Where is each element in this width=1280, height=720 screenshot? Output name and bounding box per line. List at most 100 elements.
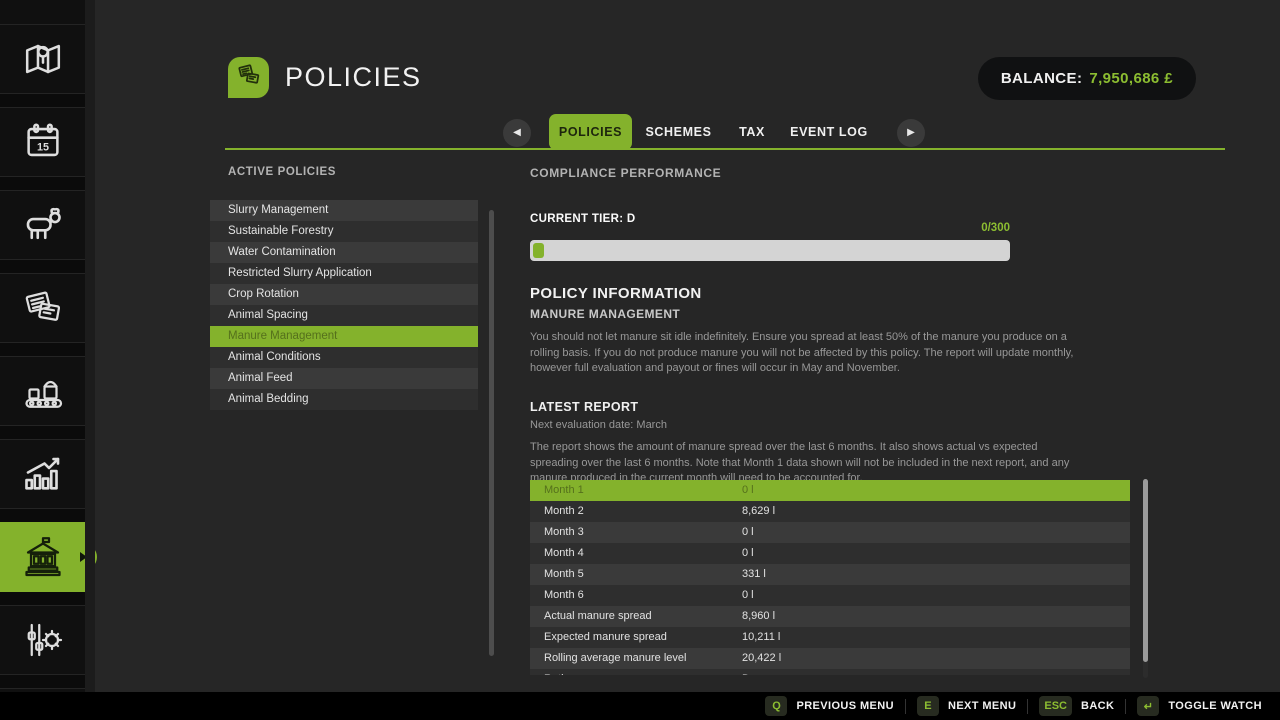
- balance-label: BALANCE:: [1001, 70, 1083, 87]
- animals-icon: [19, 201, 67, 249]
- sidebar-item-settings[interactable]: [0, 605, 85, 675]
- report-table-scrollbar[interactable]: [1143, 479, 1148, 678]
- report-row[interactable]: Expected manure spread10,211 l: [530, 627, 1130, 648]
- policy-list-item[interactable]: Sustainable Forestry: [210, 221, 478, 242]
- report-row[interactable]: RatingD: [530, 669, 1130, 675]
- report-row-value: 331 l: [742, 564, 1130, 585]
- tab-next-button[interactable]: ▶: [897, 119, 925, 147]
- policy-list-item[interactable]: Animal Conditions: [210, 347, 478, 368]
- finances-icon: [19, 533, 67, 581]
- report-row[interactable]: Month 30 l: [530, 522, 1130, 543]
- report-row[interactable]: Month 10 l: [530, 480, 1130, 501]
- contracts-icon: [19, 284, 67, 332]
- tab-underline: [225, 148, 1225, 150]
- policy-info-description: You should not let manure sit idle indef…: [530, 330, 1079, 377]
- latest-report-heading: LATEST REPORT: [530, 400, 638, 414]
- policy-list-item[interactable]: Animal Feed: [210, 368, 478, 389]
- next-evaluation-date: Next evaluation date: March: [530, 419, 667, 431]
- sidebar-item-animals[interactable]: [0, 190, 85, 260]
- footer-hint-previous-menu[interactable]: Q PREVIOUS MENU: [765, 696, 894, 716]
- report-row[interactable]: Month 40 l: [530, 543, 1130, 564]
- key-badge: ESC: [1039, 696, 1072, 716]
- report-row-label: Expected manure spread: [530, 627, 742, 648]
- report-row-label: Month 3: [530, 522, 742, 543]
- policies-app-icon: [228, 57, 269, 98]
- balance-display: BALANCE: 7,950,686 £: [978, 57, 1196, 100]
- hint-label: PREVIOUS MENU: [796, 700, 894, 712]
- sidebar-item-production[interactable]: [0, 356, 85, 426]
- hint-separator: [1125, 699, 1126, 714]
- settings-icon: [19, 616, 67, 664]
- compliance-progress-bar: [530, 240, 1010, 261]
- production-icon: [19, 367, 67, 415]
- enter-key-icon: ↵: [1137, 696, 1159, 716]
- sidebar-item-calendar[interactable]: 15: [0, 107, 85, 177]
- report-row-value: 8,960 l: [742, 606, 1130, 627]
- tab-event-log[interactable]: EVENT LOG: [789, 114, 869, 150]
- report-row-label: Rolling average manure level: [530, 648, 742, 669]
- policy-list-item[interactable]: Restricted Slurry Application: [210, 263, 478, 284]
- balance-value: 7,950,686 £: [1089, 70, 1173, 87]
- hint-label: NEXT MENU: [948, 700, 1016, 712]
- report-row-label: Month 2: [530, 501, 742, 522]
- report-row[interactable]: Month 5331 l: [530, 564, 1130, 585]
- footer-hint-next-menu[interactable]: E NEXT MENU: [917, 696, 1016, 716]
- sidebar-item-map[interactable]: [0, 24, 85, 94]
- report-row-label: Month 6: [530, 585, 742, 606]
- report-row-label: Actual manure spread: [530, 606, 742, 627]
- sidebar-item-partial-top: [0, 0, 85, 25]
- tab-prev-button[interactable]: ◀: [503, 119, 531, 147]
- policies-papers-icon: [235, 61, 263, 94]
- report-row[interactable]: Actual manure spread8,960 l: [530, 606, 1130, 627]
- sidebar-item-finances[interactable]: [0, 522, 85, 592]
- report-table-scrollbar-thumb[interactable]: [1143, 479, 1148, 662]
- policy-info-heading: POLICY INFORMATION: [530, 285, 702, 302]
- policy-list-item[interactable]: Water Contamination: [210, 242, 478, 263]
- active-policies-heading: ACTIVE POLICIES: [228, 166, 336, 178]
- report-row-value: 8,629 l: [742, 501, 1130, 522]
- policy-list-item[interactable]: Slurry Management: [210, 200, 478, 221]
- policy-list-item[interactable]: Animal Spacing: [210, 305, 478, 326]
- report-row[interactable]: Month 28,629 l: [530, 501, 1130, 522]
- report-row-value: 0 l: [742, 522, 1130, 543]
- hint-label: BACK: [1081, 700, 1114, 712]
- policy-list-item[interactable]: Animal Bedding: [210, 389, 478, 410]
- hint-label: TOGGLE WATCH: [1168, 700, 1262, 712]
- policy-list-item[interactable]: Crop Rotation: [210, 284, 478, 305]
- key-badge: Q: [765, 696, 787, 716]
- footer-hint-toggle-watch[interactable]: ↵ TOGGLE WATCH: [1137, 696, 1262, 716]
- report-row-value: 20,422 l: [742, 648, 1130, 669]
- policy-info-subheading: MANURE MANAGEMENT: [530, 307, 680, 321]
- report-row-value: 0 l: [742, 543, 1130, 564]
- tab-tax[interactable]: TAX: [730, 114, 774, 150]
- report-row[interactable]: Rolling average manure level20,422 l: [530, 648, 1130, 669]
- tab-schemes[interactable]: SCHEMES: [641, 114, 716, 150]
- report-row-value: 0 l: [742, 585, 1130, 606]
- report-row-value: 0 l: [742, 480, 1130, 501]
- hint-separator: [1027, 699, 1028, 714]
- policy-list-item[interactable]: Manure Management: [210, 326, 478, 347]
- tab-policies[interactable]: POLICIES: [549, 114, 632, 150]
- hint-separator: [905, 699, 906, 714]
- key-badge: E: [917, 696, 939, 716]
- compliance-progress-fill: [533, 243, 544, 258]
- sidebar-edge: [85, 0, 95, 692]
- sidebar: 15: [0, 0, 85, 720]
- page-title: POLICIES: [285, 62, 422, 93]
- report-row[interactable]: Month 60 l: [530, 585, 1130, 606]
- footer-hint-bar: Q PREVIOUS MENU E NEXT MENU ESC BACK ↵ TOGGLE W…: [0, 692, 1280, 720]
- footer-hint-back[interactable]: ESC BACK: [1039, 696, 1114, 716]
- calendar-icon: 15: [20, 119, 66, 165]
- report-row-label: Month 4: [530, 543, 742, 564]
- svg-text:15: 15: [37, 142, 49, 154]
- compliance-heading: COMPLIANCE PERFORMANCE: [530, 166, 721, 180]
- progress-count: 0/300: [530, 222, 1010, 234]
- report-row-label: Rating: [530, 669, 742, 675]
- sidebar-item-contracts[interactable]: [0, 273, 85, 343]
- chevron-left-icon: ◀: [513, 128, 521, 138]
- statistics-icon: [19, 450, 67, 498]
- report-row-label: Month 1: [530, 480, 742, 501]
- report-table: Month 10 lMonth 28,629 lMonth 30 lMonth …: [530, 480, 1130, 675]
- sidebar-item-statistics[interactable]: [0, 439, 85, 509]
- content-scrollbar[interactable]: [489, 210, 494, 656]
